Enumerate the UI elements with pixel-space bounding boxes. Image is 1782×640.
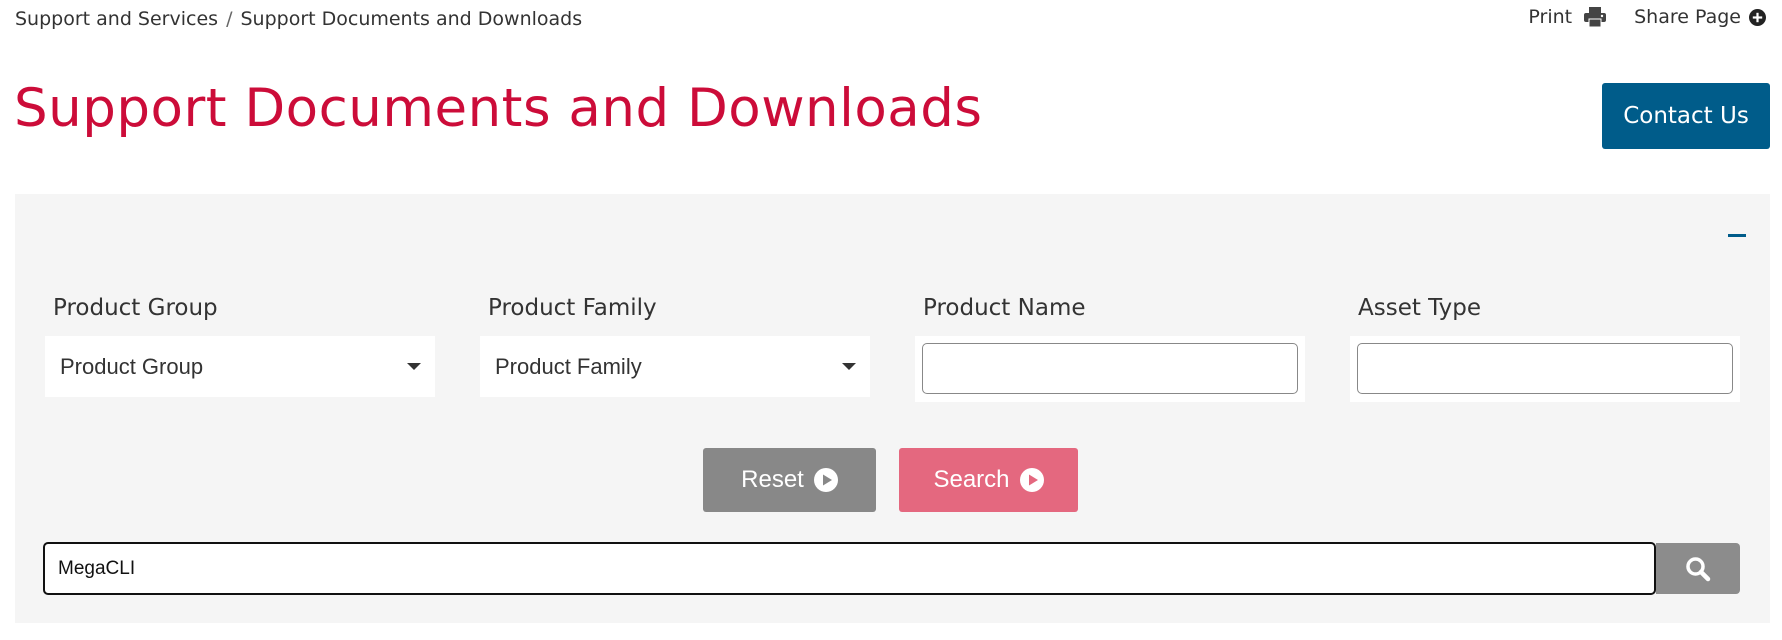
product-name-input[interactable] bbox=[922, 343, 1298, 394]
play-circle-icon bbox=[1019, 468, 1044, 492]
product-family-label: Product Family bbox=[488, 295, 657, 321]
product-name-label: Product Name bbox=[923, 295, 1086, 321]
breadcrumb-current: Support Documents and Downloads bbox=[240, 8, 583, 30]
contact-us-button[interactable]: Contact Us bbox=[1602, 83, 1770, 149]
product-group-select[interactable]: Product Group bbox=[45, 336, 435, 397]
keyword-search-submit-button[interactable] bbox=[1656, 543, 1740, 594]
product-group-filter: Product Group Product Group bbox=[45, 292, 435, 397]
asset-type-field-wrap bbox=[1350, 336, 1740, 402]
page-utility-actions: Print Share Page bbox=[1528, 6, 1766, 28]
product-group-label: Product Group bbox=[53, 295, 218, 321]
keyword-search-input[interactable] bbox=[43, 542, 1656, 595]
play-circle-icon bbox=[813, 468, 838, 492]
product-family-filter: Product Family Product Family bbox=[480, 292, 870, 397]
asset-type-label: Asset Type bbox=[1358, 295, 1482, 321]
share-page-button[interactable]: Share Page bbox=[1634, 6, 1766, 28]
breadcrumb-separator: / bbox=[226, 8, 233, 30]
product-family-select[interactable]: Product Family bbox=[480, 336, 870, 397]
share-label: Share Page bbox=[1634, 6, 1741, 28]
search-label: Search bbox=[933, 466, 1010, 493]
breadcrumb: Support and Services / Support Documents… bbox=[15, 8, 582, 30]
reset-button[interactable]: Reset bbox=[703, 448, 876, 512]
asset-type-filter: Asset Type bbox=[1350, 292, 1740, 402]
search-icon bbox=[1686, 556, 1711, 581]
page-title: Support Documents and Downloads bbox=[14, 78, 983, 139]
collapse-minus-icon[interactable] bbox=[1728, 234, 1746, 237]
printer-icon bbox=[1584, 7, 1607, 27]
product-group-selected-value: Product Group bbox=[60, 353, 204, 379]
plus-circle-icon bbox=[1749, 8, 1766, 26]
chevron-down-icon bbox=[407, 363, 421, 370]
chevron-down-icon bbox=[842, 363, 856, 370]
reset-label: Reset bbox=[741, 466, 804, 493]
product-name-filter: Product Name bbox=[915, 292, 1305, 402]
print-label: Print bbox=[1528, 6, 1573, 28]
breadcrumb-link-support-services[interactable]: Support and Services bbox=[15, 8, 218, 30]
product-family-selected-value: Product Family bbox=[495, 353, 642, 379]
product-name-field-wrap bbox=[915, 336, 1305, 402]
keyword-search-bar bbox=[43, 542, 1740, 595]
print-button[interactable]: Print bbox=[1528, 6, 1607, 28]
asset-type-input[interactable] bbox=[1357, 343, 1733, 394]
search-button[interactable]: Search bbox=[899, 448, 1078, 512]
filter-panel: Product Group Product Group Product Fami… bbox=[15, 194, 1770, 623]
filter-actions: Reset Search bbox=[15, 448, 1770, 512]
